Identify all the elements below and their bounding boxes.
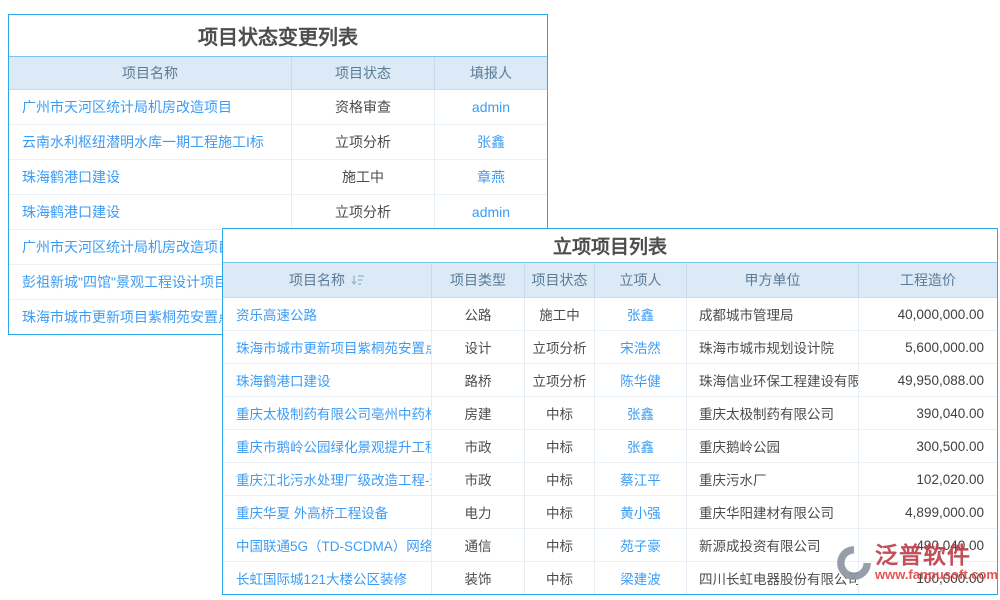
- status-change-table-title: 项目状态变更列表: [9, 15, 547, 57]
- column-header-project-name-sortable[interactable]: 项目名称: [223, 263, 431, 297]
- client-unit-value: 重庆污水厂: [686, 463, 858, 495]
- client-unit-value: 重庆鹅岭公园: [686, 430, 858, 462]
- project-name-link[interactable]: 珠海鹤港口建设: [9, 160, 291, 194]
- project-name-link[interactable]: 珠海市城市更新项目紫桐苑安置点设...: [223, 331, 431, 363]
- project-status-value: 立项分析: [291, 195, 434, 229]
- project-status-value: 立项分析: [291, 125, 434, 159]
- status-change-table-header: 项目名称 项目状态 填报人: [9, 57, 547, 90]
- project-type-value: 电力: [431, 496, 524, 528]
- table-row: 中国联通5G（TD-SCDMA）网络三期...通信中标苑子豪新源成投资有限公司4…: [223, 529, 997, 562]
- column-header-approver: 立项人: [594, 263, 686, 297]
- project-name-link[interactable]: 重庆华夏 外高桥工程设备: [223, 496, 431, 528]
- reporter-link[interactable]: admin: [434, 90, 547, 124]
- page: 项目状态变更列表 项目名称 项目状态 填报人 广州市天河区统计局机房改造项目资格…: [0, 0, 1000, 600]
- project-cost-value: 102,020.00: [858, 463, 997, 495]
- project-approval-table-body: 资乐高速公路公路施工中张鑫成都城市管理局40,000,000.00珠海市城市更新…: [223, 298, 997, 594]
- approver-link[interactable]: 陈华健: [594, 364, 686, 396]
- table-row: 广州市天河区统计局机房改造项目资格审查admin: [9, 90, 547, 125]
- project-status-value: 中标: [524, 562, 594, 594]
- table-row: 珠海鹤港口建设施工中章燕: [9, 160, 547, 195]
- project-cost-value: 5,600,000.00: [858, 331, 997, 363]
- reporter-link[interactable]: 章燕: [434, 160, 547, 194]
- project-name-link[interactable]: 中国联通5G（TD-SCDMA）网络三期...: [223, 529, 431, 561]
- project-cost-value: 4,899,000.00: [858, 496, 997, 528]
- project-cost-value: 300,500.00: [858, 430, 997, 462]
- project-type-value: 装饰: [431, 562, 524, 594]
- table-row: 重庆市鹅岭公园绿化景观提升工程施工市政中标张鑫重庆鹅岭公园300,500.00: [223, 430, 997, 463]
- column-header-project-name: 项目名称: [9, 57, 291, 89]
- client-unit-value: 珠海市城市规划设计院: [686, 331, 858, 363]
- project-cost-value: 49,950,088.00: [858, 364, 997, 396]
- project-name-link[interactable]: 重庆太极制药有限公司亳州中药材仓...: [223, 397, 431, 429]
- approver-link[interactable]: 宋浩然: [594, 331, 686, 363]
- project-status-value: 施工中: [524, 298, 594, 330]
- project-status-value: 中标: [524, 430, 594, 462]
- table-row: 珠海鹤港口建设路桥立项分析陈华健珠海信业环保工程建设有限...49,950,08…: [223, 364, 997, 397]
- project-status-value: 中标: [524, 397, 594, 429]
- project-status-value: 中标: [524, 496, 594, 528]
- approver-link[interactable]: 梁建波: [594, 562, 686, 594]
- column-header-client-unit: 甲方单位: [686, 263, 858, 297]
- approver-link[interactable]: 苑子豪: [594, 529, 686, 561]
- reporter-link[interactable]: 张鑫: [434, 125, 547, 159]
- client-unit-value: 四川长虹电器股份有限公司: [686, 562, 858, 594]
- table-row: 长虹国际城121大楼公区装修装饰中标梁建波四川长虹电器股份有限公司100,000…: [223, 562, 997, 594]
- project-name-link[interactable]: 珠海鹤港口建设: [223, 364, 431, 396]
- table-row: 重庆华夏 外高桥工程设备电力中标黄小强重庆华阳建材有限公司4,899,000.0…: [223, 496, 997, 529]
- project-type-value: 房建: [431, 397, 524, 429]
- table-row: 珠海市城市更新项目紫桐苑安置点设...设计立项分析宋浩然珠海市城市规划设计院5,…: [223, 331, 997, 364]
- project-status-value: 中标: [524, 463, 594, 495]
- approver-link[interactable]: 蔡江平: [594, 463, 686, 495]
- project-name-link[interactable]: 珠海鹤港口建设: [9, 195, 291, 229]
- project-approval-table-header: 项目名称 项目类型 项目状态 立项人 甲方单位 工程造价: [223, 263, 997, 298]
- table-row: 珠海鹤港口建设立项分析admin: [9, 195, 547, 230]
- project-type-value: 路桥: [431, 364, 524, 396]
- project-type-value: 市政: [431, 430, 524, 462]
- client-unit-value: 重庆华阳建材有限公司: [686, 496, 858, 528]
- project-name-link[interactable]: 广州市天河区统计局机房改造项目: [9, 90, 291, 124]
- approver-link[interactable]: 黄小强: [594, 496, 686, 528]
- client-unit-value: 重庆太极制药有限公司: [686, 397, 858, 429]
- project-type-value: 通信: [431, 529, 524, 561]
- project-type-value: 公路: [431, 298, 524, 330]
- project-status-value: 资格审查: [291, 90, 434, 124]
- project-cost-value: 390,040.00: [858, 397, 997, 429]
- table-row: 重庆太极制药有限公司亳州中药材仓...房建中标张鑫重庆太极制药有限公司390,0…: [223, 397, 997, 430]
- table-row: 资乐高速公路公路施工中张鑫成都城市管理局40,000,000.00: [223, 298, 997, 331]
- project-status-value: 施工中: [291, 160, 434, 194]
- project-type-value: 市政: [431, 463, 524, 495]
- column-header-project-type: 项目类型: [431, 263, 524, 297]
- table-row: 重庆江北污水处理厂级改造工程-道路...市政中标蔡江平重庆污水厂102,020.…: [223, 463, 997, 496]
- column-header-project-cost: 工程造价: [858, 263, 997, 297]
- column-header-reporter: 填报人: [434, 57, 547, 89]
- project-cost-value: 40,000,000.00: [858, 298, 997, 330]
- project-name-link[interactable]: 云南水利枢纽潜明水库一期工程施工I标: [9, 125, 291, 159]
- approver-link[interactable]: 张鑫: [594, 397, 686, 429]
- project-status-value: 立项分析: [524, 364, 594, 396]
- project-name-link[interactable]: 重庆江北污水处理厂级改造工程-道路...: [223, 463, 431, 495]
- sort-icon[interactable]: [351, 274, 365, 286]
- project-status-value: 中标: [524, 529, 594, 561]
- project-cost-value: 100,000.00: [858, 562, 997, 594]
- approver-link[interactable]: 张鑫: [594, 430, 686, 462]
- table-row: 云南水利枢纽潜明水库一期工程施工I标立项分析张鑫: [9, 125, 547, 160]
- project-cost-value: 490,040.00: [858, 529, 997, 561]
- reporter-link[interactable]: admin: [434, 195, 547, 229]
- project-type-value: 设计: [431, 331, 524, 363]
- client-unit-value: 珠海信业环保工程建设有限...: [686, 364, 858, 396]
- client-unit-value: 新源成投资有限公司: [686, 529, 858, 561]
- project-approval-table-title: 立项项目列表: [223, 229, 997, 263]
- project-name-link[interactable]: 重庆市鹅岭公园绿化景观提升工程施工: [223, 430, 431, 462]
- approver-link[interactable]: 张鑫: [594, 298, 686, 330]
- client-unit-value: 成都城市管理局: [686, 298, 858, 330]
- column-header-label: 项目名称: [289, 270, 345, 290]
- column-header-project-status: 项目状态: [524, 263, 594, 297]
- column-header-project-status: 项目状态: [291, 57, 434, 89]
- project-name-link[interactable]: 资乐高速公路: [223, 298, 431, 330]
- project-status-value: 立项分析: [524, 331, 594, 363]
- project-approval-table: 立项项目列表 项目名称 项目类型 项目状态 立项人 甲方单位 工程造价: [222, 228, 998, 595]
- project-name-link[interactable]: 长虹国际城121大楼公区装修: [223, 562, 431, 594]
